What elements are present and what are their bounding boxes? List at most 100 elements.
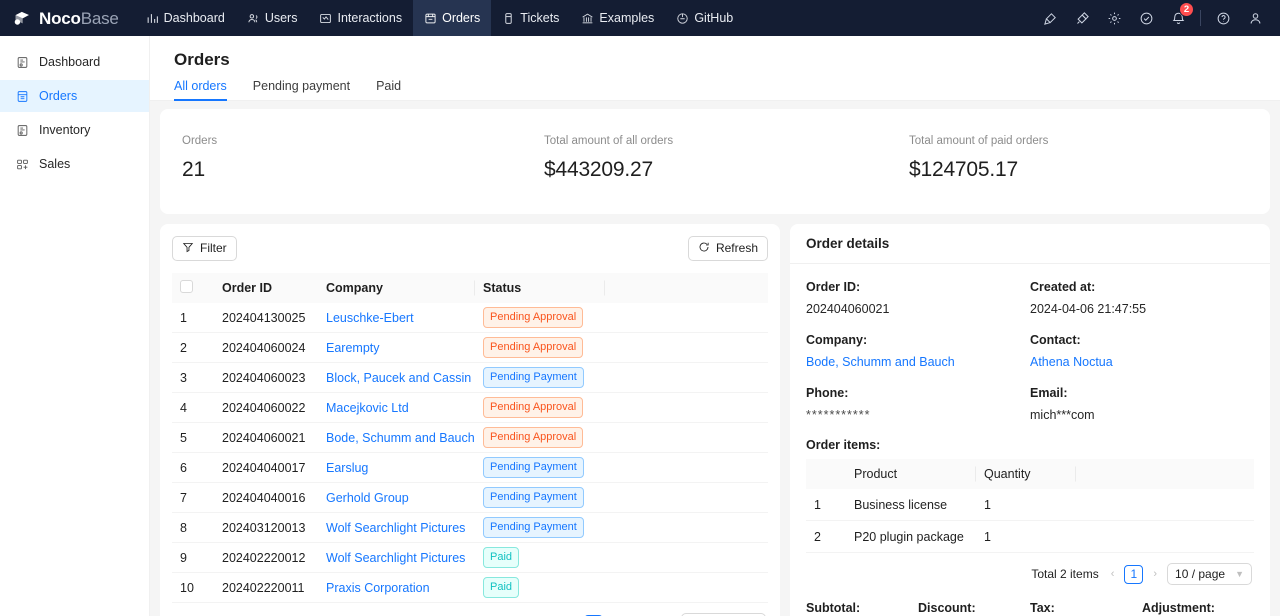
gear-icon[interactable] — [1099, 3, 1129, 33]
row-index: 1 — [172, 302, 214, 334]
nav-item-tickets[interactable]: Tickets — [491, 0, 570, 36]
github-icon — [676, 12, 689, 25]
table-row[interactable]: 2 202404060024 Earempty Pending Approval — [172, 332, 768, 364]
company-link[interactable]: Praxis Corporation — [326, 581, 430, 595]
header-select-all — [172, 272, 214, 303]
sidebar-item-dashboard[interactable]: Dashboard — [0, 46, 149, 78]
table-row[interactable]: 6 202404040017 Earslug Pending Payment — [172, 452, 768, 484]
stat-value: $124705.17 — [909, 157, 1018, 181]
table-row[interactable]: 3 202404060023 Block, Paucek and Cassin … — [172, 362, 768, 394]
sidebar-item-inventory[interactable]: Inventory — [0, 114, 149, 146]
row-order-id: 202404060023 — [214, 362, 318, 394]
header-status[interactable]: Status — [475, 272, 605, 303]
status-badge: Pending Payment — [483, 487, 584, 509]
row-index: 3 — [172, 362, 214, 394]
item-product: P20 plugin package — [846, 520, 976, 554]
order-items-head: Product Quantity — [806, 458, 1254, 489]
nav-item-users[interactable]: Users — [236, 0, 309, 36]
status-badge: Pending Approval — [483, 307, 584, 329]
row-status: Pending Approval — [475, 422, 605, 454]
list-item[interactable]: 1 Business license 1 — [806, 488, 1254, 522]
tab-paid[interactable]: Paid — [376, 79, 401, 100]
total-label: Subtotal: — [806, 601, 861, 616]
row-spacer — [605, 542, 768, 574]
items-pagination-page-1[interactable]: 1 — [1124, 564, 1144, 584]
company-link[interactable]: Bode, Schumm and Bauch — [326, 431, 475, 445]
row-status: Pending Payment — [475, 362, 605, 394]
bell-icon[interactable]: 2 — [1163, 2, 1194, 33]
items-pagination-next[interactable]: › — [1151, 568, 1159, 580]
plugin-pin-icon[interactable] — [1067, 3, 1097, 33]
filter-button[interactable]: Filter — [172, 235, 237, 261]
table-header-row: Order ID Company Status — [172, 272, 768, 303]
list-item[interactable]: 2 P20 plugin package 1 — [806, 520, 1254, 554]
field-value-link[interactable]: Bode, Schumm and Bauch — [806, 353, 1030, 371]
tab-label: Paid — [376, 79, 402, 93]
items-page-size-select[interactable]: 10 / page ▼ — [1167, 563, 1252, 586]
nav-label: Interactions — [337, 11, 403, 25]
brand-logo[interactable]: Noco Base — [0, 0, 135, 36]
status-badge: Pending Approval — [483, 397, 584, 419]
nav-label: Examples — [599, 11, 655, 25]
nav-label: GitHub — [694, 11, 734, 25]
table-row[interactable]: 8 202403120013 Wolf Searchlight Pictures… — [172, 512, 768, 544]
row-status: Paid — [475, 572, 605, 604]
brand-name-secondary: Base — [80, 8, 119, 28]
chart-bar-icon — [146, 12, 159, 25]
item-spacer — [1076, 520, 1254, 554]
company-link[interactable]: Block, Paucek and Cassin — [326, 371, 471, 385]
table-row[interactable]: 10 202402220011 Praxis Corporation Paid — [172, 572, 768, 604]
row-order-id: 202402220011 — [214, 572, 318, 604]
table-row[interactable]: 9 202402220012 Wolf Searchlight Pictures… — [172, 542, 768, 574]
topbar-actions: 2 — [1035, 0, 1280, 36]
field-phone: Phone: *********** — [806, 384, 1030, 424]
refresh-button[interactable]: Refresh — [687, 235, 768, 261]
company-link[interactable]: Earempty — [326, 341, 380, 355]
tab-pending-payment[interactable]: Pending payment — [253, 79, 350, 100]
nav-item-orders[interactable]: Orders — [413, 0, 492, 36]
highlighter-icon[interactable] — [1035, 3, 1065, 33]
company-link[interactable]: Gerhold Group — [326, 491, 409, 505]
status-badge: Paid — [483, 547, 520, 569]
row-company: Block, Paucek and Cassin — [318, 362, 475, 394]
select-all-checkbox[interactable] — [180, 279, 193, 293]
check-circle-icon[interactable] — [1131, 3, 1161, 33]
field-value-link[interactable]: Athena Noctua — [1030, 353, 1254, 371]
order-items-table: Product Quantity 1 Business license 1 2 … — [806, 458, 1254, 554]
order-items-label: Order items: — [806, 437, 881, 452]
table-row[interactable]: 4 202404060022 Macejkovic Ltd Pending Ap… — [172, 392, 768, 424]
orders-table-panel: Filter Refresh Order ID Company Status 1… — [160, 223, 780, 616]
chevron-down-icon: ▼ — [1235, 569, 1244, 580]
tab-all-orders[interactable]: All orders — [174, 79, 227, 101]
user-avatar-icon[interactable] — [1240, 3, 1270, 33]
company-link[interactable]: Earslug — [326, 461, 368, 475]
page-tabs: All orders Pending payment Paid — [174, 79, 1280, 101]
brand-name-primary: Noco — [39, 8, 81, 28]
sidebar-item-orders[interactable]: Orders — [0, 80, 149, 112]
nav-item-interactions[interactable]: Interactions — [308, 0, 413, 36]
table-row[interactable]: 1 202404130025 Leuschke-Ebert Pending Ap… — [172, 302, 768, 334]
row-company: Macejkovic Ltd — [318, 392, 475, 424]
company-link[interactable]: Wolf Searchlight Pictures — [326, 551, 465, 565]
question-circle-icon[interactable] — [1208, 3, 1238, 33]
company-link[interactable]: Macejkovic Ltd — [326, 401, 409, 415]
table-row[interactable]: 5 202404060021 Bode, Schumm and Bauch Pe… — [172, 422, 768, 454]
company-link[interactable]: Leuschke-Ebert — [326, 311, 414, 325]
nav-item-dashboard[interactable]: Dashboard — [135, 0, 236, 36]
sidebar-item-sales[interactable]: Sales — [0, 148, 149, 180]
nav-item-examples[interactable]: Examples — [570, 0, 665, 36]
table-row[interactable]: 7 202404040016 Gerhold Group Pending Pay… — [172, 482, 768, 514]
items-pagination-prev[interactable]: ‹ — [1109, 568, 1117, 580]
row-company: Bode, Schumm and Bauch — [318, 422, 475, 454]
status-badge: Pending Approval — [483, 337, 584, 359]
nav-item-github[interactable]: GitHub — [665, 0, 744, 36]
company-link[interactable]: Wolf Searchlight Pictures — [326, 521, 465, 535]
total-label: Adjustment: — [1142, 601, 1215, 616]
orders-table: Order ID Company Status 1 202404130025 L… — [172, 272, 768, 604]
row-status: Pending Approval — [475, 332, 605, 364]
nav-label: Tickets — [520, 11, 560, 25]
header-order-id[interactable]: Order ID — [214, 272, 318, 303]
row-index: 10 — [172, 572, 214, 604]
header-company[interactable]: Company — [318, 272, 475, 303]
